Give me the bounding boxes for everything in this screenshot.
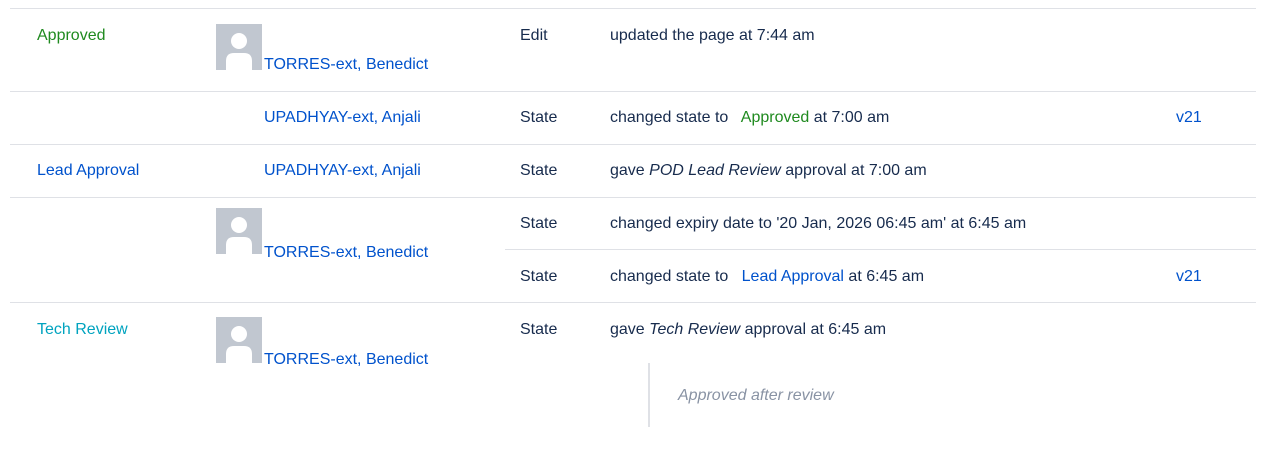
- description-text: approval at 7:00 am: [785, 162, 927, 179]
- description-text: approval at 6:45 am: [744, 321, 887, 338]
- state-badge-approved[interactable]: Approved: [37, 26, 106, 46]
- user-link[interactable]: TORRES-ext, Benedict: [264, 55, 428, 75]
- user-link[interactable]: UPADHYAY-ext, Anjali: [264, 161, 421, 181]
- description-text: at 7:00 am: [813, 109, 890, 126]
- state-link-lead-approval[interactable]: Lead Approval: [742, 268, 844, 285]
- state-badge-lead-approval[interactable]: Lead Approval: [37, 161, 139, 181]
- comment-text: Approved after review: [678, 387, 834, 404]
- description-text: gave: [610, 162, 645, 179]
- description-text: gave: [610, 321, 645, 338]
- change-description: updated the page at 7:44 am: [610, 27, 815, 44]
- description-text: at 6:45 am: [848, 268, 925, 285]
- change-description: changed state to Approved at 7:00 am: [610, 108, 889, 128]
- user-link[interactable]: UPADHYAY-ext, Anjali: [264, 108, 421, 128]
- state-link-approved[interactable]: Approved: [741, 109, 810, 126]
- version-link[interactable]: v21: [1176, 108, 1202, 128]
- state-badge-tech-review[interactable]: Tech Review: [37, 320, 128, 340]
- avatar-icon[interactable]: [216, 317, 262, 363]
- avatar-icon[interactable]: [216, 208, 262, 254]
- change-type: State: [520, 215, 558, 232]
- review-name: Tech Review: [649, 321, 741, 338]
- version-link[interactable]: v21: [1176, 267, 1202, 287]
- description-text: changed state to: [610, 109, 729, 126]
- row-divider: [10, 197, 1256, 198]
- row-divider: [505, 249, 1256, 250]
- avatar-icon[interactable]: [216, 24, 262, 70]
- change-type: Edit: [520, 27, 548, 44]
- row-divider: [10, 144, 1256, 145]
- row-divider: [10, 302, 1256, 303]
- change-type: State: [520, 162, 558, 179]
- change-description: changed expiry date to '20 Jan, 2026 06:…: [610, 215, 1027, 232]
- change-description: gave POD Lead Review approval at 7:00 am: [610, 161, 927, 181]
- change-type: State: [520, 268, 558, 285]
- review-name: POD Lead Review: [649, 162, 781, 179]
- comment-quote-bar: [648, 363, 650, 427]
- row-divider: [10, 91, 1256, 92]
- change-description: gave Tech Review approval at 6:45 am: [610, 320, 886, 340]
- user-link[interactable]: TORRES-ext, Benedict: [264, 350, 428, 370]
- change-description: changed state to Lead Approval at 6:45 a…: [610, 267, 924, 287]
- user-link[interactable]: TORRES-ext, Benedict: [264, 243, 428, 263]
- row-divider: [10, 8, 1256, 9]
- description-text: changed state to: [610, 268, 729, 285]
- change-type: State: [520, 321, 558, 338]
- change-type: State: [520, 109, 558, 126]
